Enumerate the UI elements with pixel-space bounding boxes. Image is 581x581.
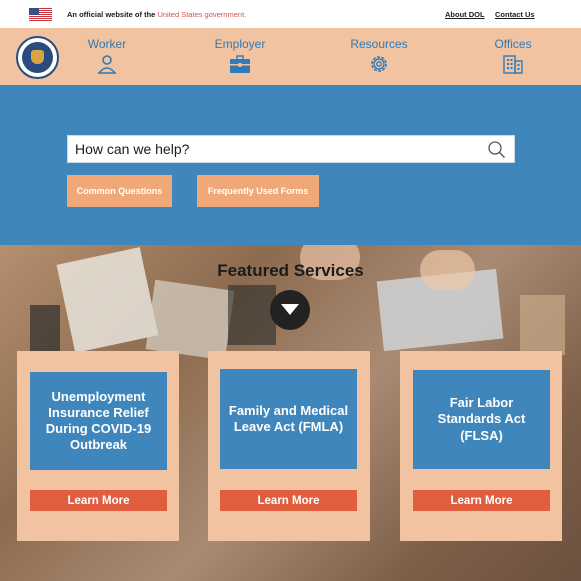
seal-inner [22,42,53,73]
gear-icon [371,56,387,72]
learn-more-button[interactable]: Learn More [30,490,167,511]
chevron-down-icon [281,304,299,315]
service-card-title: Unemployment Insurance Relief During COV… [45,388,152,453]
search-icon[interactable] [487,140,506,159]
service-card-title-box[interactable]: Unemployment Insurance Relief During COV… [30,372,167,470]
learn-more-button[interactable]: Learn More [220,490,357,511]
about-dol-link[interactable]: About DOL [445,10,485,19]
service-card-title-box[interactable]: Fair Labor Standards Act (FLSA) [413,370,550,469]
official-site-highlight: United States government. [157,10,247,19]
official-site-banner: An official website of the United States… [0,0,581,28]
featured-services-section: Featured Services Unemployment Insurance… [0,245,581,581]
service-card-title: Family and Medical Leave Act (FMLA) [228,402,349,434]
service-card-flsa: Fair Labor Standards Act (FLSA) Learn Mo… [400,351,562,541]
nav-label-resources: Resources [350,37,408,51]
background-photo-phone [30,305,60,355]
nav-label-employer: Employer [214,37,266,51]
building-icon [503,55,523,74]
nav-label-worker: Worker [87,37,127,51]
nav-item-resources[interactable]: Resources [339,37,419,74]
frequently-used-forms-button[interactable]: Frequently Used Forms [197,175,319,207]
nav-item-offices[interactable]: Offices [473,37,553,74]
us-flag-icon [29,8,52,21]
scroll-down-button[interactable] [270,290,310,330]
background-photo-clipboard [520,295,565,355]
main-navigation: Worker Employer Resources Offices [0,28,581,85]
service-card-title: Fair Labor Standards Act (FLSA) [437,395,526,443]
dol-seal-logo[interactable] [16,36,59,79]
search-box [67,135,515,163]
service-card-title-box[interactable]: Family and Medical Leave Act (FMLA) [220,369,357,469]
background-photo-paper [145,279,235,361]
nav-label-offices: Offices [494,37,532,51]
official-site-prefix: An official website of the [67,10,158,19]
nav-item-worker[interactable]: Worker [67,37,147,74]
service-card-unemployment: Unemployment Insurance Relief During COV… [17,351,179,541]
seal-shield [31,50,44,64]
person-icon [97,55,117,74]
official-site-text: An official website of the United States… [67,10,246,19]
featured-services-title: Featured Services [217,261,364,280]
contact-us-link[interactable]: Contact Us [495,10,535,19]
common-questions-button[interactable]: Common Questions [67,175,172,207]
briefcase-icon [230,55,250,73]
service-card-fmla: Family and Medical Leave Act (FMLA) Lear… [208,351,370,541]
background-photo-tablet [228,285,276,345]
nav-item-employer[interactable]: Employer [200,37,280,74]
search-hero: Common Questions Frequently Used Forms [0,85,581,245]
learn-more-button[interactable]: Learn More [413,490,550,511]
search-input[interactable] [68,136,478,162]
